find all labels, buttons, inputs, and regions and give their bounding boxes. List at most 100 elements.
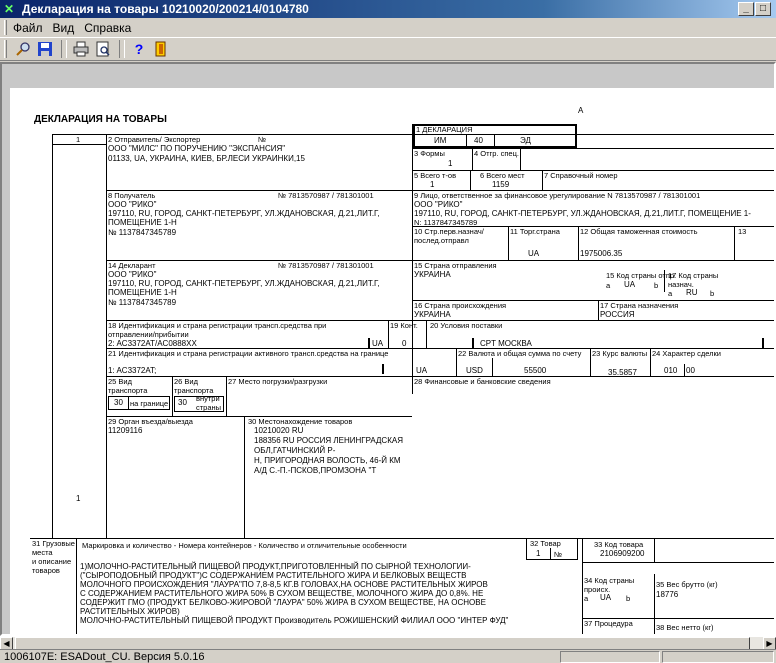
window-title: Декларация на товары 10210020/200214/010… [22, 2, 309, 16]
box22-currency: USD [466, 366, 483, 375]
box26-label1: 26 Вид [174, 377, 198, 386]
box15a-b: b [654, 281, 659, 290]
declaration-page: ДЕКЛАРАЦИЯ НА ТОВАРЫ А 1 2 Отправитель/ … [10, 88, 774, 634]
box1-40: 40 [474, 136, 483, 145]
box6-value: 1159 [492, 180, 510, 189]
print-icon[interactable] [71, 39, 91, 59]
box28-label: 28 Финансовые и банковские сведения [414, 377, 551, 386]
box3-label: 3 Формы [414, 149, 445, 158]
toolbar-grip [4, 40, 7, 58]
box11-label: 11 Торг.страна [510, 227, 560, 236]
box30-line1: 10210020 RU [254, 426, 304, 435]
box15-label: 15 Страна отправления [414, 261, 497, 270]
box35-label: 35 Вес брутто (кг) [656, 580, 718, 589]
box25-label2: транспорта [108, 386, 148, 395]
box25-value: 30 [114, 398, 123, 407]
box30-line3: ОБЛ,ГАТЧИНСКИЙ Р- [254, 446, 336, 455]
box10-label1: 10 Стр.перв.назнач/ [414, 227, 484, 236]
box32-label: 32 Товар [530, 539, 561, 548]
box34-b: b [626, 594, 631, 603]
box14-ogrn: № 1137847345789 [108, 298, 177, 307]
box30-label: 30 Местонахождение товаров [248, 417, 353, 426]
box24-label: 24 Характер сделки [652, 349, 721, 358]
left-field-1: 1 [76, 135, 81, 144]
box24-value2: 00 [686, 366, 695, 375]
box34-label1: 34 Код страны [584, 576, 635, 585]
box33-label: 33 Код товара [594, 540, 644, 549]
box8-addr2: ПОМЕЩЕНИЕ 1-Н [108, 218, 177, 227]
box1-ed: ЭД [520, 136, 531, 145]
box29-value: 11209116 [108, 426, 143, 435]
box6-label: 6 Всего мест [480, 171, 525, 180]
menu-bar: Файл Вид Справка [0, 18, 776, 37]
toolbar-separator [61, 40, 67, 58]
box21-label: 21 Идентификация и страна регистрации ак… [108, 349, 389, 358]
box8-label: 8 Получатель [108, 191, 156, 200]
app-icon: ✕ [4, 2, 15, 16]
box5-label: 5 Всего т-ов [414, 171, 457, 180]
box15a-label: 15 Код страны отпр. [606, 271, 677, 280]
box31-label4: товаров [32, 566, 60, 575]
save-icon[interactable] [35, 39, 55, 59]
box22-sum: 55500 [524, 366, 547, 375]
menu-file[interactable]: Файл [13, 21, 43, 35]
box8-no: № 7813570987 / 781301001 [278, 191, 374, 200]
title-bar[interactable]: ✕ Декларация на товары 10210020/200214/0… [0, 0, 776, 18]
box34-value: UA [600, 593, 612, 602]
box12-label: 12 Общая таможенная стоимость [580, 227, 698, 236]
box26-label3: внутри [196, 394, 220, 403]
box2-name: ООО "МИЛС" ПО ПОРУЧЕНИЮ "ЭКСПАНСИЯ" [108, 144, 286, 153]
box5-value: 1 [430, 180, 435, 189]
box10-label2: послед.отправл [414, 236, 469, 245]
menu-help[interactable]: Справка [84, 21, 131, 35]
box31-label3: и описание [32, 557, 72, 566]
box38-label: 38 Вес нетто (кг) [656, 623, 714, 632]
menu-grip [4, 20, 7, 35]
box26-value: 30 [178, 398, 187, 407]
search-icon[interactable] [13, 39, 33, 59]
minimize-button[interactable]: _ [738, 2, 754, 16]
document-viewport[interactable]: ДЕКЛАРАЦИЯ НА ТОВАРЫ А 1 2 Отправитель/ … [0, 62, 776, 636]
app-window: ✕ Декларация на товары 10210020/200214/0… [0, 0, 776, 663]
help-icon[interactable]: ? [129, 39, 149, 59]
box13-label: 13 [738, 227, 747, 236]
box16-label: 16 Страна происхождения [414, 301, 507, 310]
box14-addr2: ПОМЕЩЕНИЕ 1-Н [108, 288, 177, 297]
box17a-value: RU [686, 288, 698, 297]
box31-text7: МОЛОЧНО-РАСТИТЕЛЬНЫЙ ПИЩЕВОЙ ПРОДУКТ Про… [80, 616, 509, 625]
box30-line5: А/Д С.-П.-ПСКОВ,ПРОМЗОНА "Т [254, 466, 377, 475]
restore-button[interactable]: □ [755, 2, 771, 16]
box2-no: № [258, 135, 267, 144]
box26-label4: страны [196, 403, 222, 412]
box4-label: 4 Отгр. спец. [474, 149, 519, 158]
box2-label: 2 Отправитель/ Экспортер [108, 135, 201, 144]
box17-label: 17 Страна назначения [600, 301, 679, 310]
exit-icon[interactable] [151, 39, 171, 59]
corner-a: А [578, 106, 584, 115]
box30-line4: Н, ПРИГОРОДНАЯ ВОЛОСТЬ, 46-Й КМ [254, 456, 401, 465]
box15a-a: a [606, 281, 611, 290]
box2-address: 01133, UA, УКРАИНА, КИЕВ, БР.ЛЕСИ УКРАИН… [108, 154, 305, 163]
box17a-b: b [710, 289, 715, 298]
status-pane-2 [560, 651, 660, 663]
box22-label: 22 Валюта и общая сумма по счету [458, 349, 582, 358]
box21-value: 1: AC3372AT; [108, 366, 157, 375]
box12-value: 1975006.35 [580, 249, 623, 258]
box17a-a: a [668, 289, 673, 298]
toolbar-separator-2 [119, 40, 125, 58]
preview-icon[interactable] [93, 39, 113, 59]
box9-label: 9 Лицо, ответственное за финансовое урег… [414, 191, 701, 200]
box27-label: 27 Место погрузки/разгрузки [228, 377, 328, 386]
box25-label3: на границе [130, 399, 169, 408]
box17a-label1: 17 Код страны [668, 271, 719, 280]
box37-label: 37 Процедура [584, 619, 633, 628]
box32-value: 1 [536, 549, 541, 558]
box33-value: 2106909200 [600, 549, 645, 558]
menu-view[interactable]: Вид [53, 21, 75, 35]
box16-value: УКРАИНА [414, 310, 451, 319]
horizontal-scrollbar[interactable]: ◀ ▶ [0, 636, 776, 650]
status-text: 1006107E: ESADout_CU. Версия 5.0.16 [4, 650, 205, 663]
box30-line2: 188356 RU РОССИЯ ЛЕНИНГРАДСКАЯ [254, 436, 403, 445]
box21-country: UA [416, 366, 428, 375]
box18-label1: 18 Идентификация и страна регистрации тр… [108, 321, 327, 330]
